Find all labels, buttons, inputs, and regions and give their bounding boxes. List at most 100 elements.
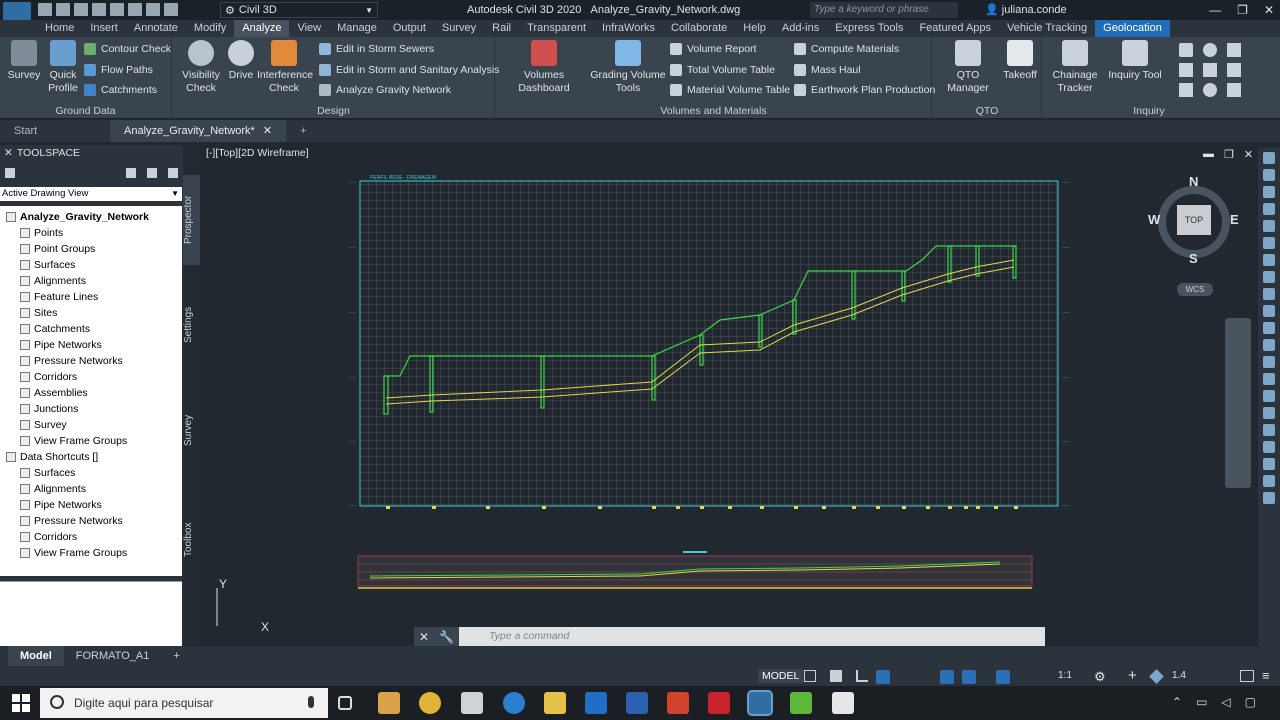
chrome-icon[interactable] [419,692,441,714]
survey-button[interactable]: Survey [6,40,42,82]
tab-modify[interactable]: Modify [186,20,234,37]
tab-transparent[interactable]: Transparent [519,20,594,37]
tool-icon-13[interactable] [1263,356,1275,368]
help-search-input[interactable]: Type a keyword or phrase [810,2,958,18]
tool-icon-2[interactable] [1263,169,1275,181]
takeoff-button[interactable]: Takeoff [1001,40,1039,82]
interference-check-button[interactable]: Interference Check [257,40,313,95]
flow-paths-button[interactable]: Flow Paths [84,64,153,76]
video-editor-icon[interactable] [832,692,854,714]
close-icon[interactable]: ✕ [4,147,13,159]
total-volume-button[interactable]: Total Volume Table [670,64,775,76]
autocad-c-icon[interactable] [667,692,689,714]
tab-manage[interactable]: Manage [329,20,385,37]
compute-materials-button[interactable]: Compute Materials [794,43,899,55]
model-space-toggle[interactable]: MODEL [758,669,804,683]
tool-icon-8[interactable] [1263,271,1275,283]
tree-item[interactable]: View Frame Groups [0,545,182,561]
user-account[interactable]: 👤 juliana.conde [985,3,1067,16]
annotation-icon[interactable] [996,670,1010,684]
angle-icon[interactable] [1227,43,1241,57]
tool-icon-3[interactable] [1263,186,1275,198]
tab-geolocation[interactable]: Geolocation [1095,20,1170,37]
tool-icon-12[interactable] [1263,339,1275,351]
volumes-dashboard-button[interactable]: Volumes Dashboard [500,40,588,95]
profile-view-grid[interactable] [359,180,1059,507]
calculator-icon[interactable] [1227,83,1241,97]
clock-icon[interactable] [1203,83,1217,97]
close-icon[interactable]: ✕ [263,125,272,137]
civil3d-taskbar-icon[interactable] [747,690,773,716]
compass-south[interactable]: S [1189,251,1198,266]
quick-profile-button[interactable]: Quick Profile [46,40,80,95]
file-explorer-icon[interactable] [544,692,566,714]
taskbar-search[interactable]: Digite aqui para pesquisar [40,688,328,718]
tab-settings[interactable]: Settings [183,285,200,365]
tool-icon-5[interactable] [1263,220,1275,232]
tab-express-tools[interactable]: Express Tools [827,20,911,37]
new-tab-button[interactable]: + [286,120,320,142]
tool-icon-4[interactable] [1263,203,1275,215]
tool-icon-11[interactable] [1263,322,1275,334]
qto-manager-button[interactable]: QTO Manager [937,40,999,95]
tree-item[interactable]: Pressure Networks [0,513,182,529]
grading-volume-button[interactable]: Grading Volume Tools [590,40,666,95]
tab-survey[interactable]: Survey [183,395,200,465]
tree-item[interactable]: Catchments [0,321,182,337]
mass-haul-button[interactable]: Mass Haul [794,64,861,76]
tab-formato-a1[interactable]: FORMATO_A1 [64,650,162,662]
tab-toolbox[interactable]: Toolbox [183,505,200,575]
word-icon[interactable] [626,692,648,714]
inquiry-tool-button[interactable]: Inquiry Tool [1105,40,1165,82]
web-icon[interactable] [110,3,124,16]
tree-item[interactable]: Pipe Networks [0,497,182,513]
microphone-icon[interactable] [308,696,314,708]
tree-item[interactable]: Surfaces [0,465,182,481]
drawing-view-select[interactable]: Active Drawing View ▼ [0,187,182,201]
tool-icon-7[interactable] [1263,254,1275,266]
contour-check-button[interactable]: Contour Check [84,43,171,55]
compass-north[interactable]: N [1189,174,1198,189]
tree-item[interactable]: View Frame Groups [0,433,182,449]
viewport-controls-label[interactable]: [-][Top][2D Wireframe] [206,147,309,159]
tool-icon-10[interactable] [1263,305,1275,317]
catchments-button[interactable]: Catchments [84,84,157,96]
tree-item[interactable]: Feature Lines [0,289,182,305]
tool-icon-6[interactable] [1263,237,1275,249]
calculator-icon[interactable] [461,692,483,714]
analyze-gravity-button[interactable]: Analyze Gravity Network [319,84,451,96]
tab-infraworks[interactable]: InfraWorks [594,20,663,37]
tab-output[interactable]: Output [385,20,434,37]
redo-icon[interactable] [164,3,178,16]
workspace-selector[interactable]: ⚙ Civil 3D ▼ [220,2,378,18]
tool-icon-20[interactable] [1263,475,1275,487]
tree-item[interactable]: Alignments [0,273,182,289]
drawing-tab[interactable]: Analyze_Gravity_Network* ✕ [110,120,287,142]
volume-report-button[interactable]: Volume Report [670,43,756,55]
minimize-button[interactable]: — [1209,3,1221,17]
customize-icon[interactable]: ≡ [1262,668,1270,683]
windows-start-button[interactable] [12,694,30,712]
tree-item[interactable]: Data Shortcuts [] [0,449,182,465]
workspace-icon[interactable] [1149,669,1164,684]
navigation-bar[interactable] [1225,318,1251,488]
tab-insert[interactable]: Insert [82,20,126,37]
zoom-value[interactable]: 1.4 [1172,670,1186,681]
task-view-icon[interactable] [338,696,352,710]
mini-profile-view[interactable] [357,555,1033,589]
tree-item[interactable]: Junctions [0,401,182,417]
network-icon[interactable]: ▭ [1196,695,1207,709]
tab-survey[interactable]: Survey [434,20,484,37]
area-icon[interactable] [1179,63,1193,77]
tab-annotate[interactable]: Annotate [126,20,186,37]
tab-model[interactable]: Model [8,646,64,666]
tool-icon-14[interactable] [1263,373,1275,385]
tree-item[interactable]: Sites [0,305,182,321]
tree-item[interactable]: Corridors [0,369,182,385]
tree-item[interactable]: Pipe Networks [0,337,182,353]
snap-icon[interactable] [830,670,842,682]
tool-icon-17[interactable] [1263,424,1275,436]
close-icon[interactable]: ✕ [419,630,429,644]
save-icon[interactable] [74,3,88,16]
tree-item[interactable]: Point Groups [0,241,182,257]
